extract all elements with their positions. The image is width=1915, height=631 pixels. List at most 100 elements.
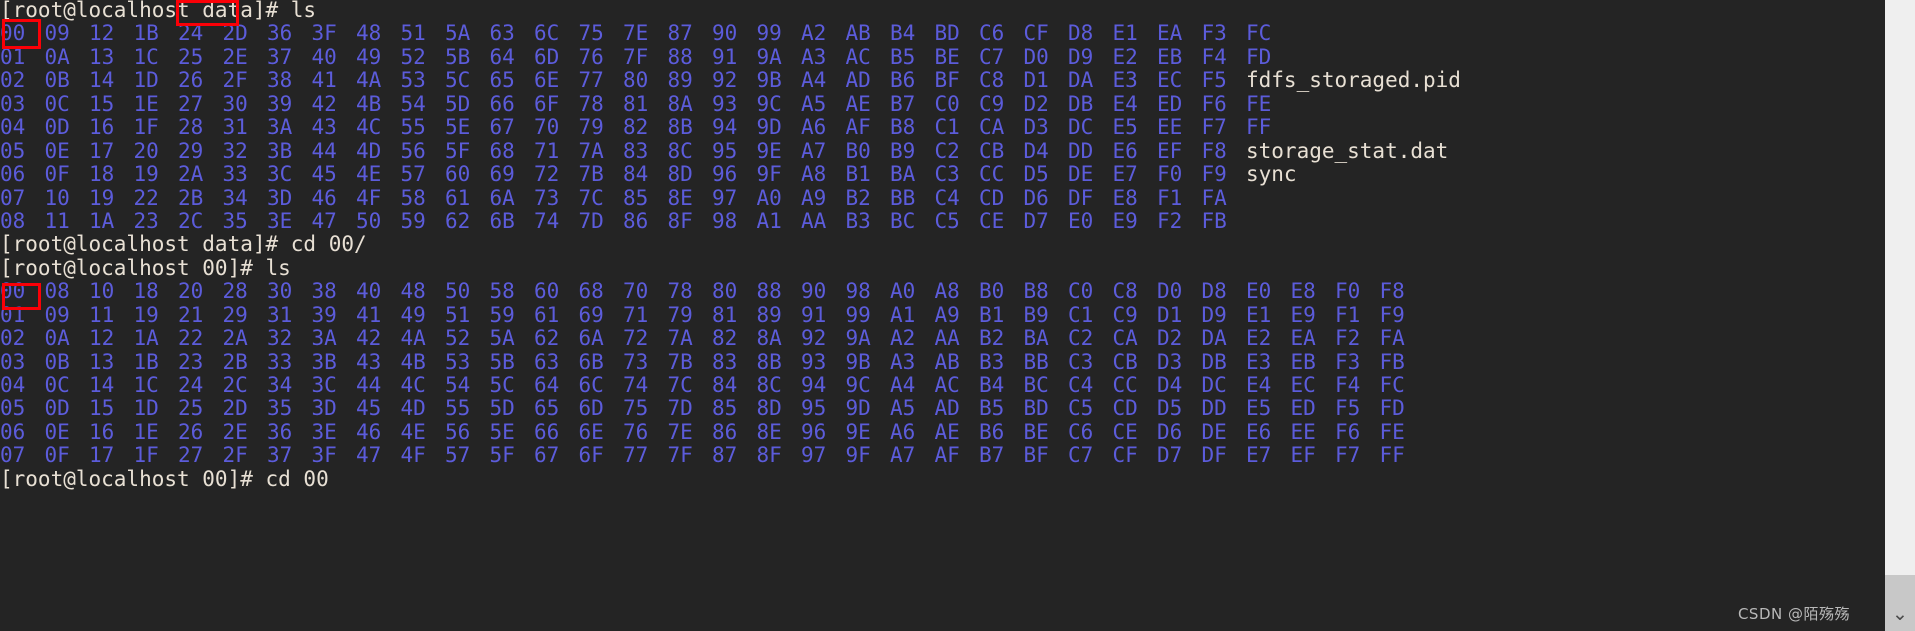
directory-entry: EC — [1290, 373, 1316, 397]
directory-entry: 6F — [534, 91, 560, 116]
directory-entry: C4 — [1068, 373, 1094, 397]
directory-entry: AB — [934, 349, 960, 374]
directory-entry: B8 — [890, 115, 916, 140]
directory-entry: 6A — [578, 326, 604, 351]
directory-entry: 19 — [89, 185, 115, 210]
directory-entry: 8D — [667, 162, 693, 187]
directory-entry: F9 — [1379, 302, 1405, 327]
directory-entry: A4 — [890, 373, 916, 397]
directory-entry: 77 — [578, 68, 604, 93]
directory-entry: 5B — [489, 349, 515, 374]
directory-entry: 45 — [356, 396, 382, 421]
directory-entry: 74 — [623, 373, 649, 397]
directory-entry: 81 — [712, 302, 738, 327]
directory-entry: 89 — [667, 68, 693, 93]
directory-entry: A5 — [801, 91, 827, 116]
directory-entry: FD — [1379, 396, 1405, 421]
directory-entry: F5 — [1201, 68, 1227, 93]
directory-entry: 08 — [44, 279, 70, 304]
directory-entry: CD — [979, 185, 1005, 210]
directory-entry: 07 — [0, 185, 26, 210]
directory-entry: D6 — [1023, 185, 1049, 210]
terminal-prompt-line: [root@localhost data]# ls — [0, 0, 1461, 22]
directory-entry: 49 — [356, 44, 382, 69]
directory-entry: 4B — [356, 91, 382, 116]
directory-entry: A8 — [934, 279, 960, 304]
terminal-directory-line: 04 0D 16 1F 28 31 3A 43 4C 55 5E 67 70 79 82 8B 94 9D A6 AF… — [0, 115, 1461, 140]
directory-entry: F0 — [1335, 279, 1361, 304]
directory-entry: A8 — [801, 162, 827, 187]
directory-entry: 80 — [623, 68, 649, 93]
vertical-scrollbar-track[interactable]: ⌄ — [1885, 0, 1915, 631]
directory-entry: 17 — [89, 443, 115, 468]
directory-entry: E0 — [1068, 208, 1094, 233]
directory-entry: 6B — [578, 349, 604, 374]
chevron-down-icon[interactable]: ⌄ — [1889, 604, 1911, 624]
directory-entry: 40 — [311, 44, 337, 69]
directory-entry: B0 — [979, 279, 1005, 304]
terminal-directory-line: 00 09 12 1B 24 2D 36 3F 48 51 5A 63 6C 75 7E 87 90 99 A2 AB… — [0, 21, 1461, 46]
directory-entry: C3 — [934, 162, 960, 187]
directory-entry: 5A — [489, 326, 515, 351]
directory-entry: CC — [1112, 373, 1138, 397]
directory-entry: 56 — [400, 138, 426, 163]
directory-entry: 58 — [400, 185, 426, 210]
directory-entry: A7 — [890, 443, 916, 468]
directory-entry: B8 — [1023, 279, 1049, 304]
directory-entry: 4E — [356, 162, 382, 187]
directory-entry: 9E — [845, 419, 871, 444]
directory-entry: 9A — [756, 44, 782, 69]
directory-entry: 6A — [489, 185, 515, 210]
directory-entry: A3 — [801, 44, 827, 69]
directory-entry: C7 — [979, 44, 1005, 69]
directory-entry: 1E — [133, 91, 159, 116]
directory-entry: F5 — [1335, 396, 1361, 421]
directory-entry: 56 — [445, 419, 471, 444]
directory-entry: E4 — [1112, 91, 1138, 116]
directory-entry: 5D — [445, 91, 471, 116]
directory-entry: 6F — [578, 443, 604, 468]
directory-entry: 64 — [534, 373, 560, 397]
directory-entry: 52 — [445, 326, 471, 351]
directory-entry: C1 — [1068, 302, 1094, 327]
directory-entry: DF — [1201, 443, 1227, 468]
directory-entry: B2 — [979, 326, 1005, 351]
directory-entry: F2 — [1157, 208, 1183, 233]
directory-entry: 1D — [133, 396, 159, 421]
directory-entry: 92 — [801, 326, 827, 351]
directory-entry: 8C — [756, 373, 782, 397]
directory-entry: 2D — [222, 21, 248, 46]
directory-entry: 40 — [356, 279, 382, 304]
directory-entry: 48 — [356, 21, 382, 46]
directory-entry: B0 — [845, 138, 871, 163]
directory-entry: 24 — [178, 373, 204, 397]
directory-entry: BB — [890, 185, 916, 210]
directory-entry: FE — [1246, 91, 1272, 116]
directory-entry: E2 — [1112, 44, 1138, 69]
directory-entry: 03 — [0, 91, 26, 116]
directory-entry: 00 — [0, 21, 26, 46]
directory-entry: 2C — [222, 373, 248, 397]
directory-entry: DF — [1068, 185, 1094, 210]
directory-entry: F4 — [1201, 44, 1227, 69]
directory-entry: 06 — [0, 419, 26, 444]
directory-entry: BD — [1023, 396, 1049, 421]
terminal-directory-line: 01 0A 13 1C 25 2E 37 40 49 52 5B 64 6D 76 7F 88 91 9A A3 AC… — [0, 44, 1461, 69]
directory-entry: E6 — [1112, 138, 1138, 163]
directory-entry: 27 — [178, 91, 204, 116]
directory-entry: E9 — [1112, 208, 1138, 233]
directory-entry: 8A — [667, 91, 693, 116]
directory-entry: D7 — [1157, 443, 1183, 468]
directory-entry: 67 — [489, 115, 515, 140]
directory-entry: 39 — [311, 302, 337, 327]
directory-entry: CF — [1023, 21, 1049, 46]
directory-entry: C8 — [1112, 279, 1138, 304]
directory-entry: 1F — [133, 115, 159, 140]
directory-entry: B4 — [979, 373, 1005, 397]
directory-entry: 09 — [44, 21, 70, 46]
directory-entry: 3F — [311, 21, 337, 46]
terminal-window[interactable]: [root@localhost data]# ls 00 09 12 1B 24 2D 36 3… — [0, 0, 1885, 631]
directory-entry: 0E — [44, 419, 70, 444]
directory-entry: CB — [1112, 349, 1138, 374]
directory-entry: 2F — [222, 443, 248, 468]
